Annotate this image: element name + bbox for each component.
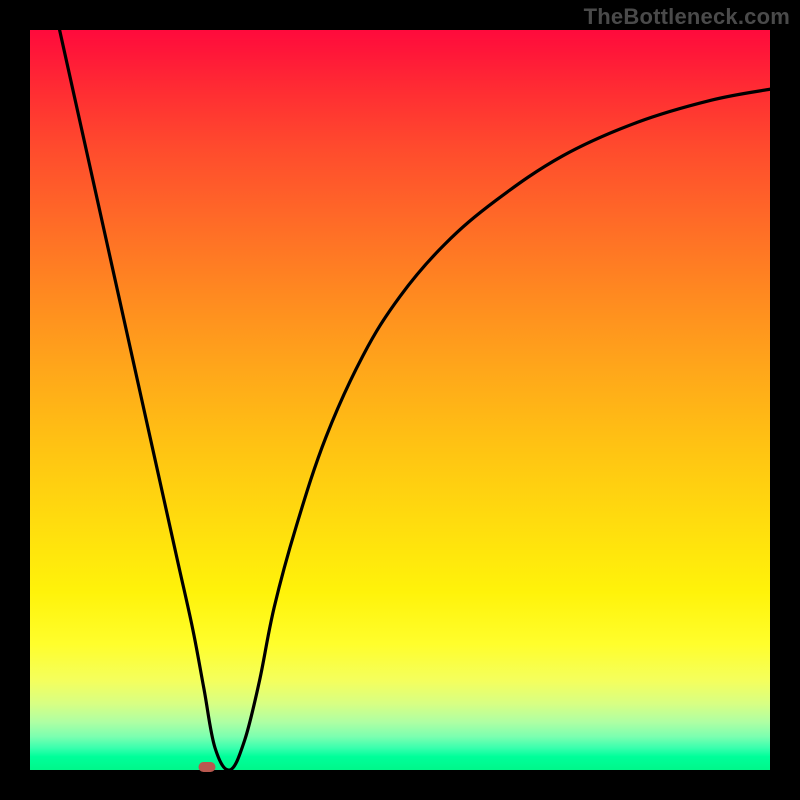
chart-container: TheBottleneck.com	[0, 0, 800, 800]
curve-svg	[30, 30, 770, 770]
plot-area	[30, 30, 770, 770]
watermark-text: TheBottleneck.com	[584, 4, 790, 30]
min-marker	[198, 762, 215, 772]
bottleneck-curve	[60, 30, 770, 770]
